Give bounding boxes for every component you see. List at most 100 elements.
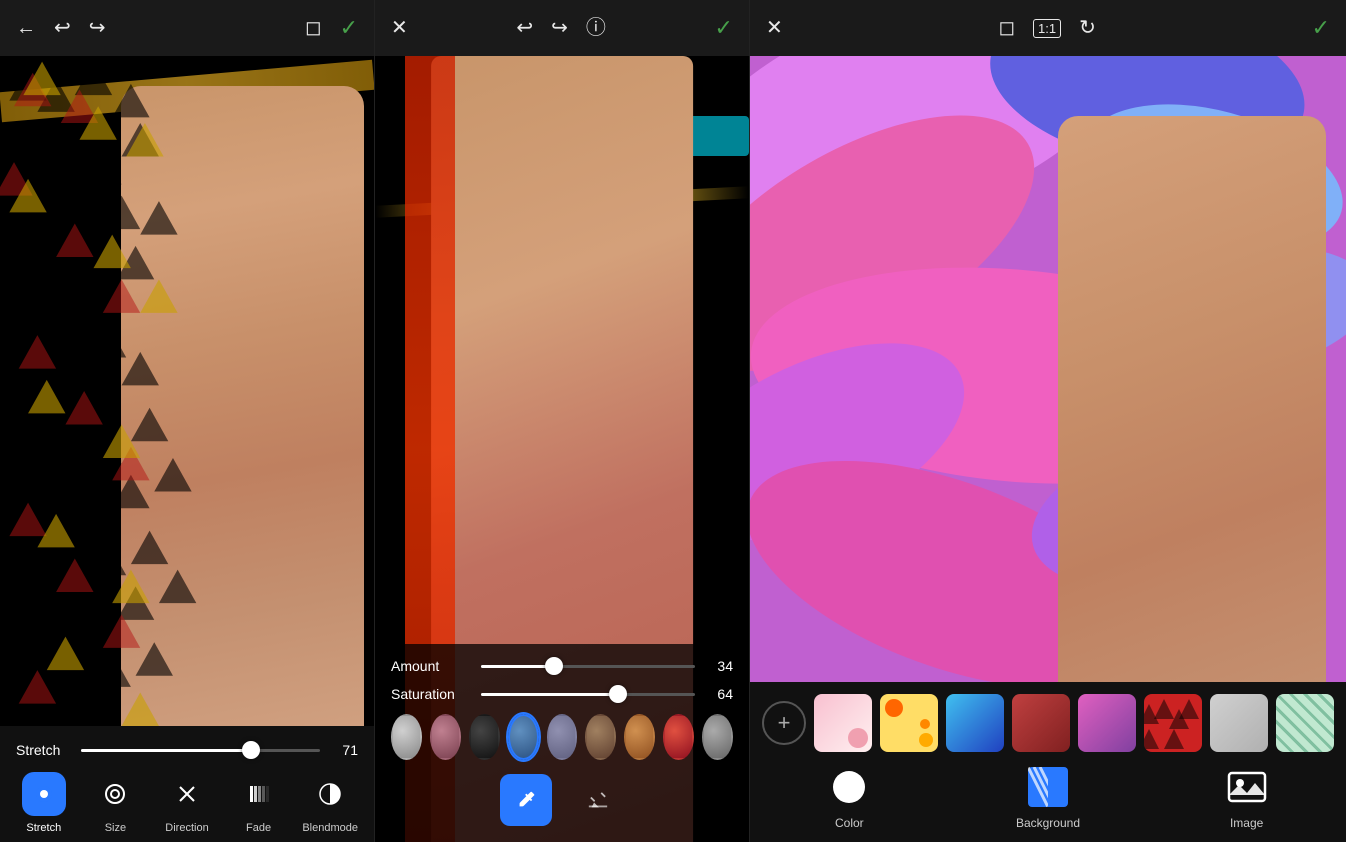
stretch-slider-thumb[interactable] [242,741,260,759]
blendmode-tool-label: Blendmode [302,822,358,834]
fade-tool-label: Fade [246,822,271,834]
brush-button[interactable] [500,774,552,826]
size-tool-label: Size [105,822,126,834]
add-background-button[interactable]: + [762,701,806,745]
brush-tool-row [391,774,733,826]
topbar-3-left: ✕ [766,18,783,38]
amount-row: Amount 34 [391,658,733,674]
stretch-value: 71 [330,742,358,758]
topbar-2-left: ✕ [391,18,408,38]
photo-area-2: Amount 34 Saturation 64 [375,56,749,842]
photo-area-3 [750,56,1346,682]
saturation-fill [481,693,618,696]
redo-button-1[interactable]: ↪ [89,18,106,38]
tool-stretch[interactable]: Stretch [14,772,74,834]
amount-thumb[interactable] [545,657,563,675]
saturation-value: 64 [705,686,733,702]
topbar-1: ← ↩ ↪ ◻ ✓ [0,0,374,56]
swatch-gray[interactable] [702,714,733,760]
topbar-2: ✕ ↩ ↪ ⓘ ✓ [375,0,749,56]
panel3-bottom: + [750,682,1346,842]
slider-overlay: Amount 34 Saturation 64 [375,644,749,842]
panel-stretch: ← ↩ ↪ ◻ ✓ [0,0,375,842]
fade-tool-icon [237,772,281,816]
cyan-accent [689,116,749,156]
mode-row: Color [750,760,1346,834]
topbar-3: ✕ ◻ 1:1 ↻ ✓ [750,0,1346,56]
thumb-purple[interactable] [1078,694,1136,752]
amount-slider[interactable] [481,665,695,668]
swatch-silver[interactable] [391,714,422,760]
face-simulation-1 [121,86,364,726]
tool-row-1: Stretch Size Direction [0,768,374,834]
thumb-yellow-orange[interactable] [880,694,938,752]
ratio-button-3[interactable]: 1:1 [1033,19,1061,38]
mode-background[interactable]: Background [1013,764,1083,830]
image-mode-icon [1224,764,1270,810]
swatch-mauve[interactable] [430,714,461,760]
thumb-teal[interactable] [1276,694,1334,752]
swatch-red[interactable] [663,714,694,760]
panel-background: ✕ ◻ 1:1 ↻ ✓ [750,0,1346,842]
refresh-button-3[interactable]: ↻ [1079,18,1096,38]
mode-color[interactable]: Color [814,764,884,830]
stretch-tool-label: Stretch [26,822,61,834]
topbar-2-center: ↩ ↪ ⓘ [516,18,606,38]
erase-button-1[interactable]: ◻ [305,18,322,38]
swatch-black[interactable] [469,714,500,760]
saturation-row: Saturation 64 [391,686,733,702]
color-mode-label: Color [835,816,864,830]
topbar-3-right: ✓ [1312,17,1330,39]
eraser-button[interactable] [572,774,624,826]
saturation-thumb[interactable] [609,685,627,703]
thumb-red[interactable] [1012,694,1070,752]
check-button-2[interactable]: ✓ [715,17,733,39]
stretch-label: Stretch [16,742,71,758]
undo-button-2[interactable]: ↩ [516,18,533,38]
photo-area-1 [0,56,374,726]
stretch-slider-fill [81,749,251,752]
mode-image[interactable]: Image [1212,764,1282,830]
saturation-label: Saturation [391,686,471,702]
direction-tool-icon [165,772,209,816]
check-button-3[interactable]: ✓ [1312,17,1330,39]
info-button-2[interactable]: ⓘ [586,18,606,38]
thumb-silver[interactable] [1210,694,1268,752]
amount-value: 34 [705,658,733,674]
bottombar-1: Stretch 71 Stretch [0,726,374,842]
swatch-brown[interactable] [585,714,616,760]
saturation-slider[interactable] [481,693,695,696]
stretch-control: Stretch 71 [0,736,374,768]
swatch-row [391,714,733,760]
topbar-1-right: ◻ ✓ [305,17,358,39]
tool-fade[interactable]: Fade [229,772,289,834]
check-button-1[interactable]: ✓ [340,17,358,39]
tool-direction[interactable]: Direction [157,772,217,834]
redo-button-2[interactable]: ↪ [551,18,568,38]
blendmode-tool-icon [308,772,352,816]
color-mode-icon [826,764,872,810]
close-button-3[interactable]: ✕ [766,18,783,38]
close-button-2[interactable]: ✕ [391,18,408,38]
bg-thumbnail-row: + [750,690,1346,760]
stretch-tool-icon [22,772,66,816]
swatch-blue-steel[interactable] [508,714,539,760]
swatch-copper[interactable] [624,714,655,760]
back-button[interactable]: ← [16,18,36,38]
tool-blendmode[interactable]: Blendmode [300,772,360,834]
background-mode-icon [1025,764,1071,810]
panel-haircolor: ✕ ↩ ↪ ⓘ ✓ Amount [375,0,750,842]
undo-button-1[interactable]: ↩ [54,18,71,38]
erase-button-3[interactable]: ◻ [998,18,1015,38]
swatch-slate[interactable] [547,714,578,760]
size-tool-icon [93,772,137,816]
tool-size[interactable]: Size [85,772,145,834]
thumb-blue[interactable] [946,694,1004,752]
thumb-triangles[interactable] [1144,694,1202,752]
p3-face [1058,116,1326,682]
thumb-pink[interactable] [814,694,872,752]
amount-fill [481,665,554,668]
stretch-slider-track[interactable] [81,749,320,752]
background-mode-label: Background [1016,816,1080,830]
topbar-3-center: ◻ 1:1 ↻ [998,18,1095,38]
